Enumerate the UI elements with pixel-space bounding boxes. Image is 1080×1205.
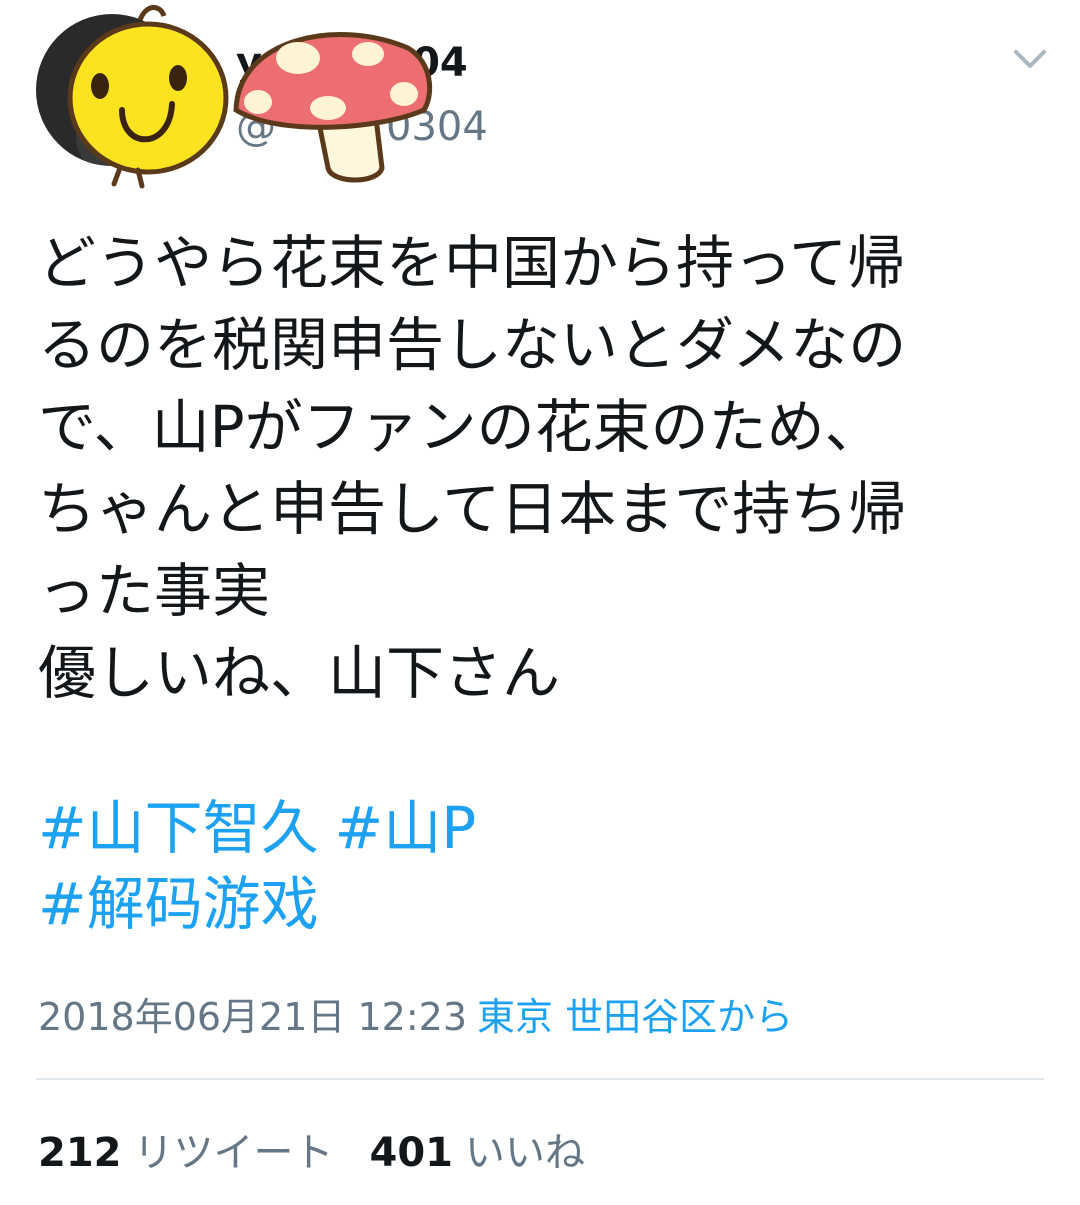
mushroom-sticker [233,32,433,183]
divider [36,1078,1044,1080]
retweets-count: 212 [38,1130,122,1176]
hashtag-link[interactable]: #山P [335,790,477,866]
chick-sticker [67,5,229,189]
hashtag-list: #山下智久 #山P #解码游戏 [38,790,1048,942]
likes-label: いいね [465,1130,585,1176]
tweet-meta: 2018年06月21日 12:23 東京 世田谷区から [38,986,793,1041]
timestamp[interactable]: 2018年06月21日 12:23 [38,995,467,1039]
retweets-label: リツイート [133,1130,334,1176]
retweets-stat[interactable]: 212 リツイート [38,1130,334,1176]
likes-count: 401 [369,1130,454,1176]
likes-stat[interactable]: 401 いいね [370,1130,586,1176]
chevron-down-icon[interactable] [1010,44,1050,74]
location-link[interactable]: 東京 世田谷区から [477,995,793,1039]
hashtag-link[interactable]: #山下智久 [38,790,319,866]
tweet-header: y 04 @0304 [0,0,1080,200]
tweet-stats: 212 リツイート 401 いいね [38,1120,585,1178]
hashtag-link[interactable]: #解码游戏 [38,866,319,942]
tweet-text: どうやら花束を中国から持って帰 るのを税関申告しないとダメなの で、山Pがファン… [38,229,907,707]
